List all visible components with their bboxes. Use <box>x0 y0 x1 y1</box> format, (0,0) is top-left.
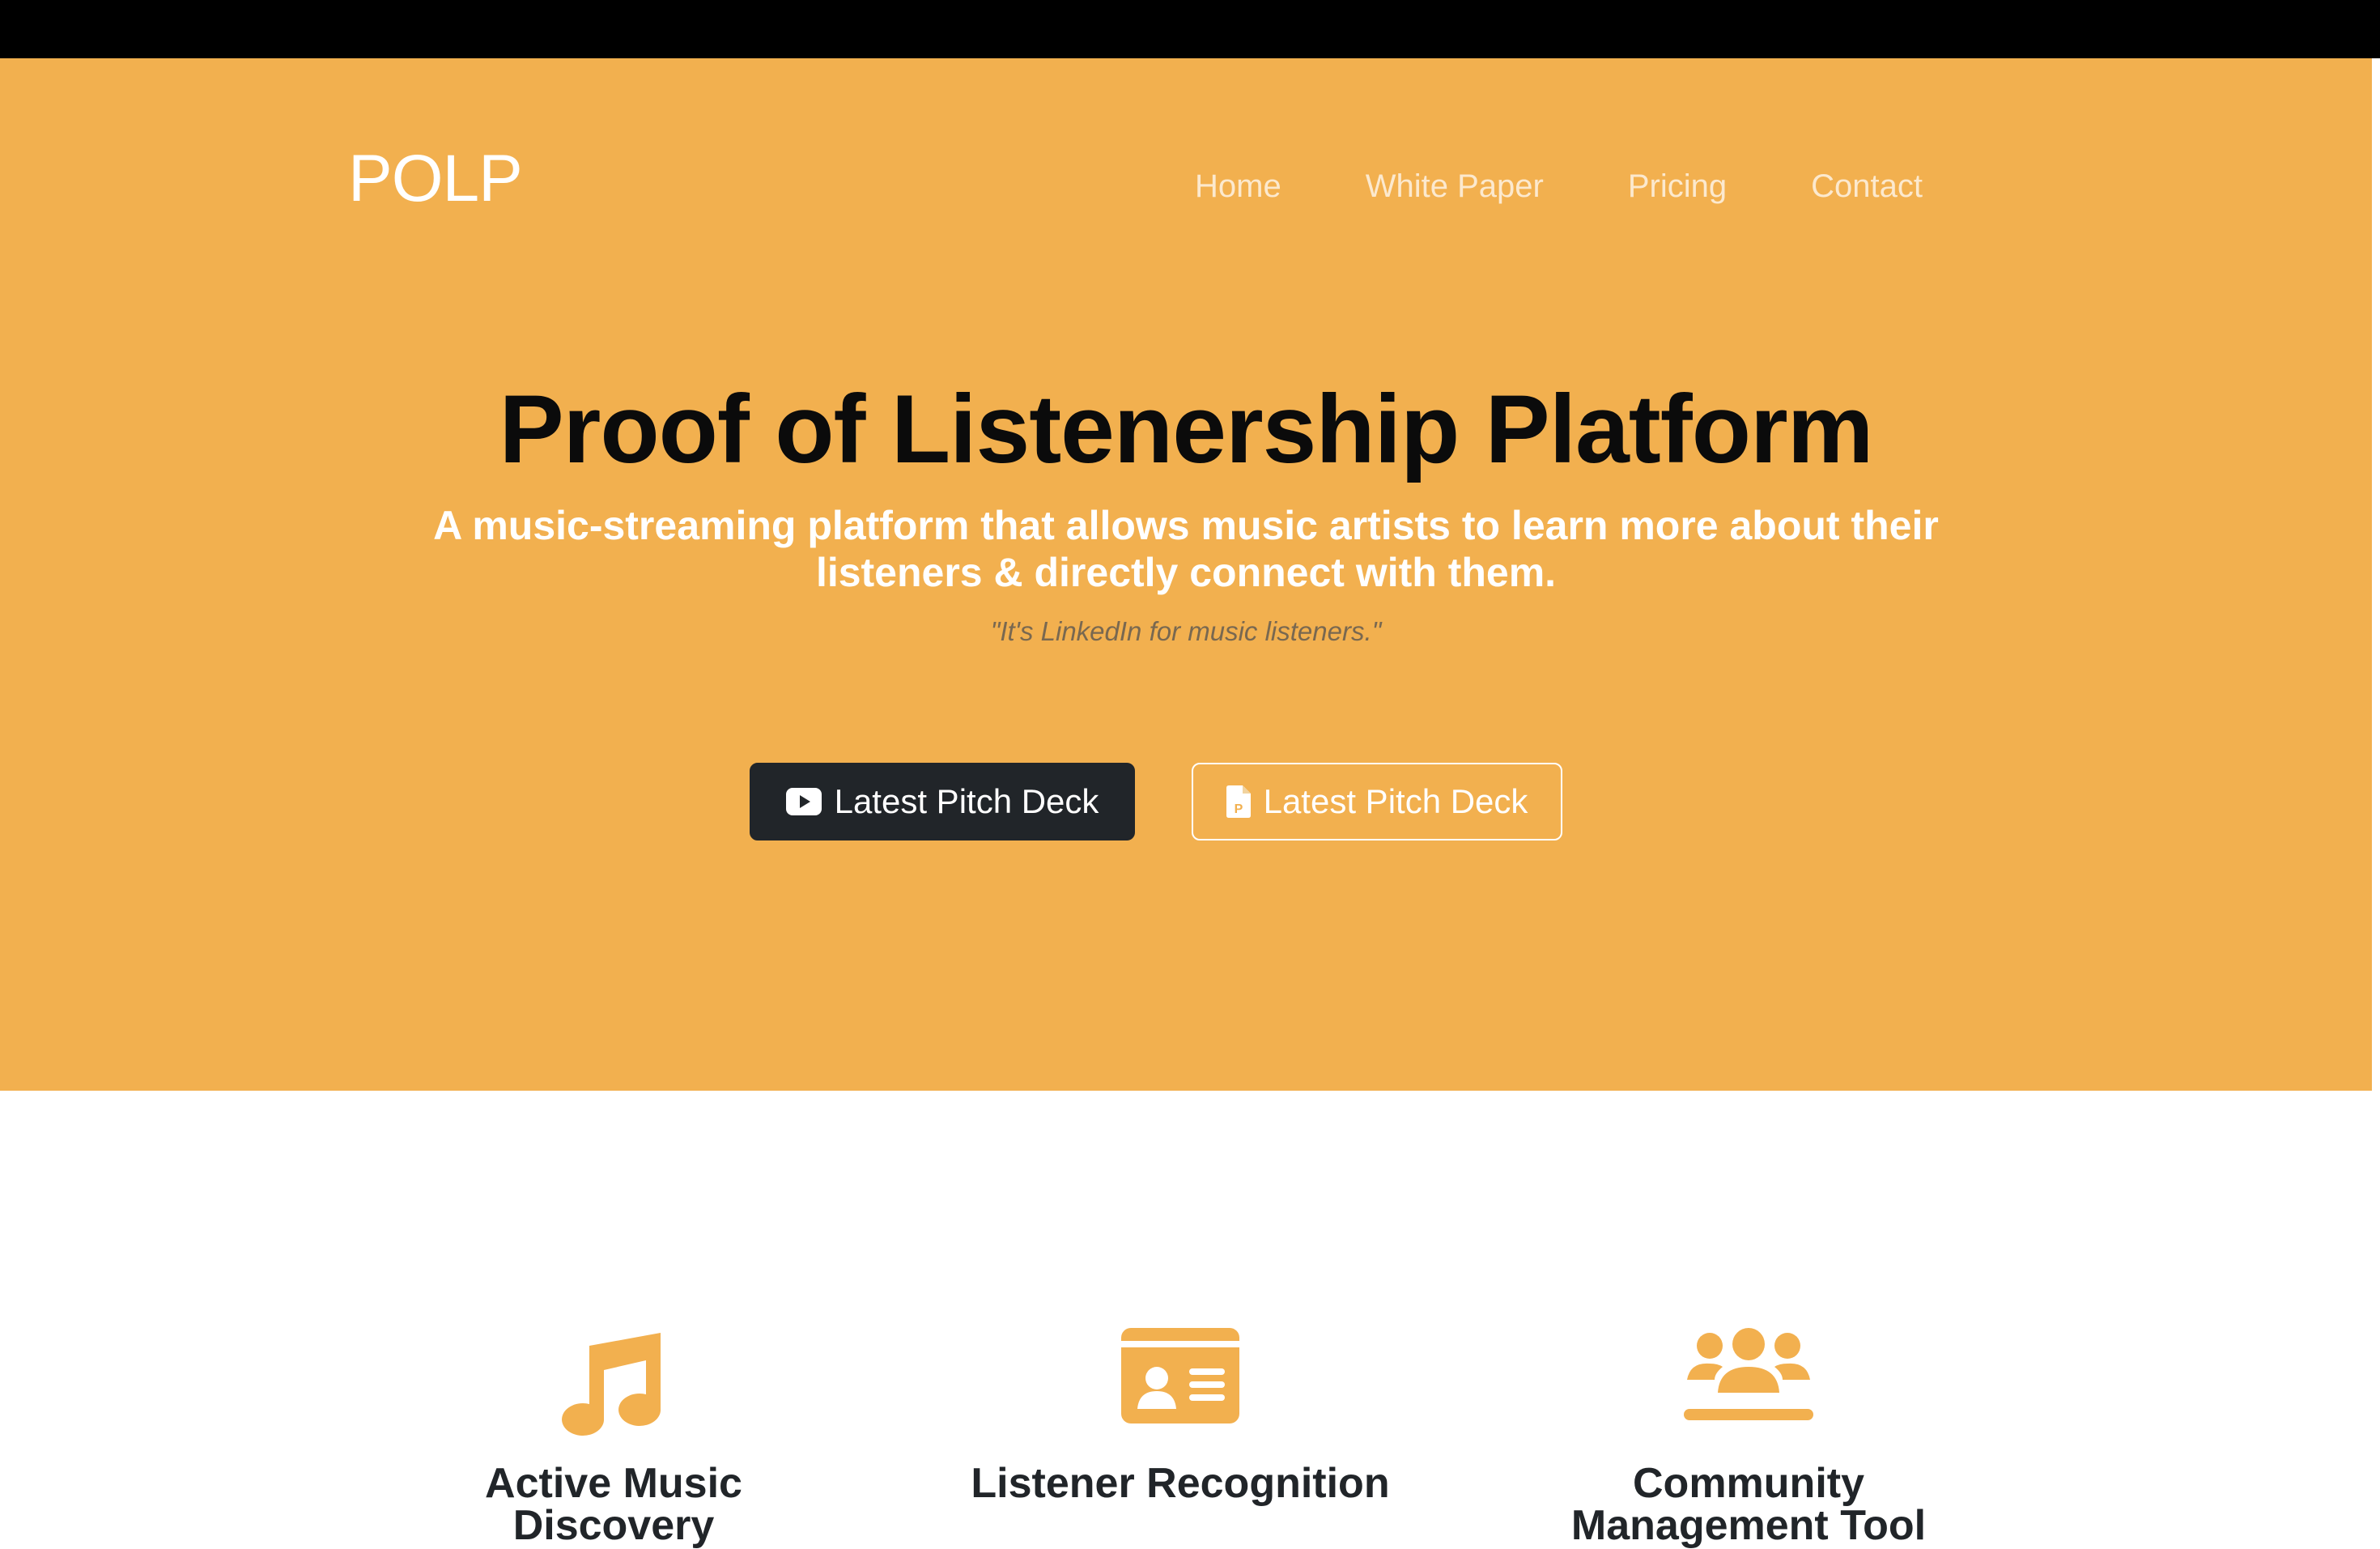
browser-top-bar <box>0 0 2380 58</box>
nav-link-contact[interactable]: Contact <box>1811 162 1923 211</box>
users-icon <box>1522 1328 1975 1441</box>
file-pdf-icon: P <box>1226 785 1251 818</box>
pitch-deck-pdf-label: Latest Pitch Deck <box>1263 782 1528 820</box>
feature-title: Listener Recognition <box>971 1460 1390 1507</box>
hero-subtitle: A music-streaming platform that allows m… <box>433 503 1939 595</box>
youtube-icon <box>785 788 822 815</box>
id-card-icon <box>954 1328 1407 1441</box>
brand-logo[interactable]: POLP <box>348 146 523 212</box>
feature-title: Active Music Discovery <box>485 1460 742 1549</box>
music-note-icon <box>387 1328 840 1441</box>
nav-link-pricing[interactable]: Pricing <box>1628 162 1727 211</box>
hero-quote: "It's LinkedIn for music listeners." <box>990 616 1382 646</box>
feature-active-music-discovery: Active Music Discovery <box>387 1328 840 1547</box>
features-section: Active Music Discovery Listener Recognit… <box>0 1328 2380 1548</box>
main-nav: Home White Paper Pricing Contact <box>1195 162 1923 211</box>
svg-text:P: P <box>1234 802 1243 816</box>
pitch-deck-video-button[interactable]: Latest Pitch Deck <box>750 763 1135 840</box>
feature-community-management: Community Management Tool <box>1522 1328 1975 1547</box>
feature-title: Community Management Tool <box>1570 1460 1927 1549</box>
pitch-deck-video-label: Latest Pitch Deck <box>834 782 1099 820</box>
nav-link-white-paper[interactable]: White Paper <box>1366 162 1544 211</box>
nav-link-home[interactable]: Home <box>1195 162 1281 211</box>
hero-title: Proof of Listenership Platform <box>499 375 1874 483</box>
pitch-deck-pdf-button[interactable]: P Latest Pitch Deck <box>1192 763 1562 840</box>
feature-listener-recognition: Listener Recognition <box>954 1328 1407 1504</box>
page-edge <box>2372 58 2380 1091</box>
